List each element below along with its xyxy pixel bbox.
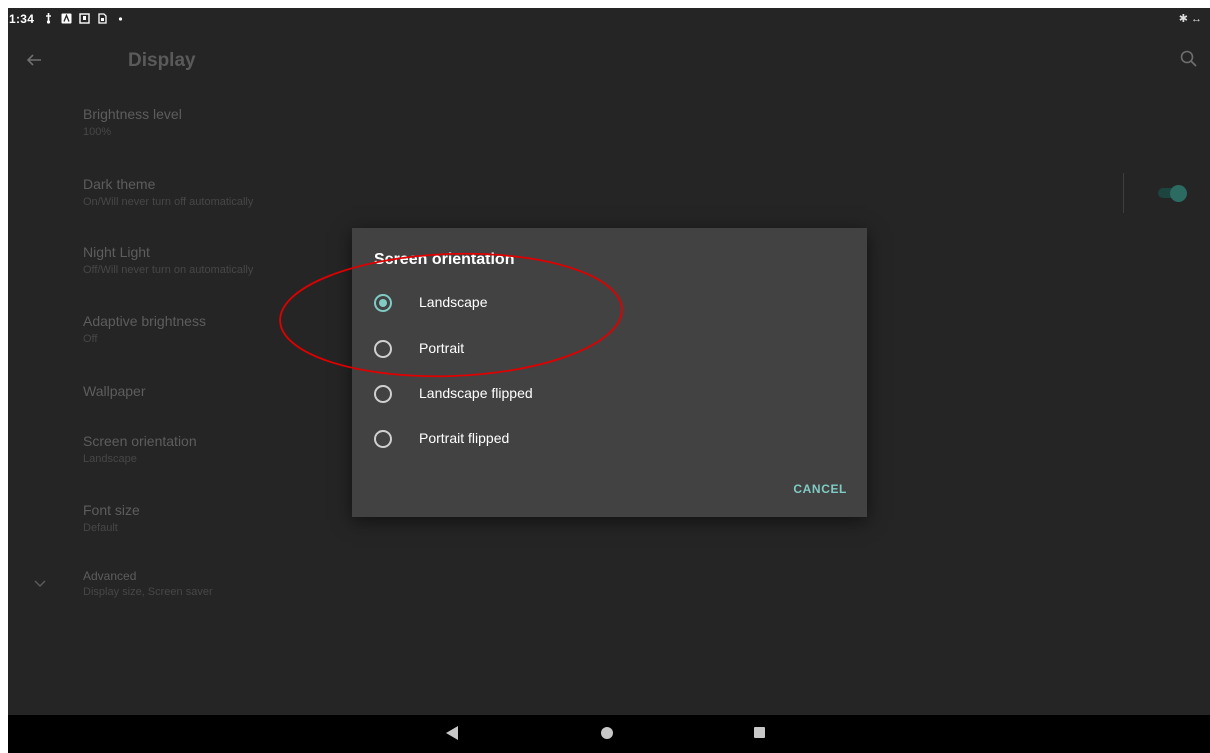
notification-a-icon	[61, 13, 72, 24]
option-label: Landscape	[419, 294, 488, 310]
status-right-icons: ✱ ↔	[1179, 12, 1202, 25]
settings-screen: 1:34 ✱ ↔ Display Brightness level 100% D…	[8, 8, 1210, 753]
pref-title: Font size	[83, 502, 140, 518]
nav-back-icon[interactable]	[445, 725, 459, 741]
usb-icon	[46, 13, 51, 24]
option-label: Portrait flipped	[419, 430, 510, 446]
pref-title: Dark theme	[83, 176, 156, 192]
notification-sim-icon	[98, 13, 107, 24]
nav-recents-icon[interactable]	[754, 727, 765, 738]
status-bar: 1:34 ✱ ↔	[8, 8, 1210, 32]
nav-home-icon[interactable]	[601, 727, 613, 739]
radio-button[interactable]	[374, 294, 392, 312]
pref-summary: Off	[83, 333, 98, 345]
pref-title: Wallpaper	[83, 383, 146, 399]
switch-thumb	[1170, 185, 1187, 202]
pref-summary: On/Will never turn off automatically	[83, 196, 254, 208]
pref-title: Night Light	[83, 244, 150, 260]
bluetooth-icon: ✱	[1178, 13, 1188, 25]
dialog-title: Screen orientation	[374, 251, 515, 268]
toggle-divider	[1123, 173, 1124, 213]
pref-advanced[interactable]: Advanced Display size, Screen saver	[83, 569, 213, 598]
pref-summary: Off/Will never turn on automatically	[83, 264, 254, 276]
pref-wallpaper[interactable]: Wallpaper	[83, 383, 146, 399]
option-portrait-flipped[interactable]: Portrait flipped	[374, 424, 844, 454]
pref-summary: Display size, Screen saver	[83, 586, 213, 598]
search-icon[interactable]	[1178, 48, 1200, 70]
screen-orientation-dialog: Screen orientation Landscape Portrait La…	[352, 228, 867, 517]
chevron-down-icon	[34, 580, 46, 588]
pref-title: Adaptive brightness	[83, 313, 206, 329]
radio-button[interactable]	[374, 430, 392, 448]
dot-icon	[118, 17, 123, 21]
pref-summary: Landscape	[83, 453, 137, 465]
data-sync-icon: ↔	[1191, 13, 1202, 25]
radio-button[interactable]	[374, 385, 392, 403]
pref-brightness-level[interactable]: Brightness level 100%	[83, 106, 182, 138]
pref-title: Brightness level	[83, 106, 182, 122]
option-portrait[interactable]: Portrait	[374, 334, 844, 364]
option-label: Portrait	[419, 340, 465, 356]
notification-box-icon	[79, 13, 90, 24]
dark-theme-switch[interactable]	[1156, 185, 1187, 202]
pref-summary: 100%	[83, 126, 112, 138]
pref-adaptive-brightness[interactable]: Adaptive brightness Off	[83, 313, 206, 345]
status-time: 1:34	[9, 12, 35, 26]
option-landscape-flipped[interactable]: Landscape flipped	[374, 379, 844, 409]
pref-title: Advanced	[83, 569, 137, 583]
pref-screen-orientation[interactable]: Screen orientation Landscape	[83, 433, 197, 465]
arrow-back-icon[interactable]	[22, 48, 46, 72]
radio-button[interactable]	[374, 340, 392, 358]
option-label: Landscape flipped	[419, 385, 533, 401]
pref-summary: Default	[83, 522, 118, 534]
cancel-button[interactable]: CANCEL	[793, 482, 847, 496]
option-landscape[interactable]: Landscape	[374, 288, 844, 318]
pref-night-light[interactable]: Night Light Off/Will never turn on autom…	[83, 244, 253, 276]
pref-font-size[interactable]: Font size Default	[83, 502, 140, 534]
navigation-bar	[8, 715, 1210, 753]
pref-dark-theme[interactable]: Dark theme On/Will never turn off automa…	[83, 176, 253, 208]
page-title: Display	[128, 50, 196, 71]
pref-title: Screen orientation	[83, 433, 197, 449]
app-bar: Display	[8, 36, 1210, 88]
